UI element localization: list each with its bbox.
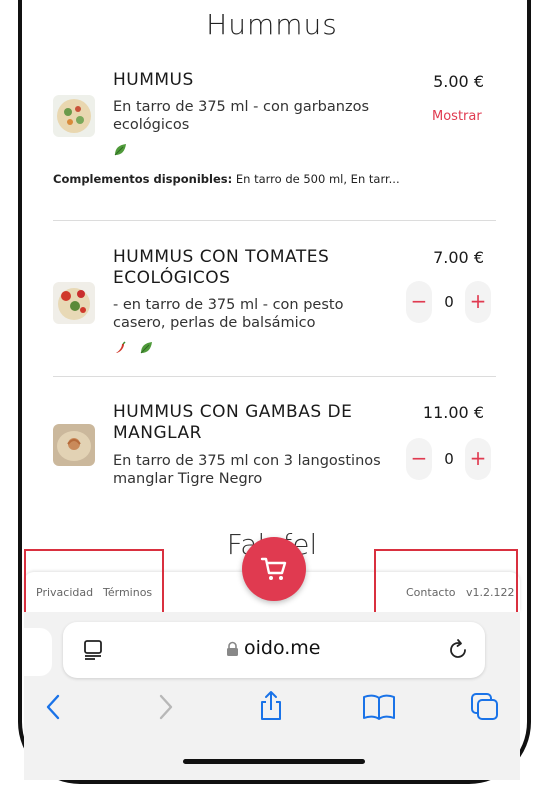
lock-icon (226, 641, 239, 657)
quantity-stepper[interactable]: − 0 + (406, 281, 491, 323)
home-indicator (183, 759, 365, 764)
item-description: - en tarro de 375 ml - con pesto casero,… (113, 297, 344, 331)
item-price: 11.00 € (422, 403, 484, 422)
show-button[interactable]: Mostrar (432, 109, 482, 124)
dish-image (53, 95, 95, 137)
divider (53, 376, 496, 377)
dish-image (53, 424, 95, 466)
item-tags (113, 143, 127, 157)
forward-icon[interactable] (155, 693, 175, 721)
cart-icon (260, 556, 288, 582)
divider (53, 220, 496, 221)
item-tags (113, 341, 153, 358)
cart-button[interactable] (242, 537, 306, 601)
back-icon[interactable] (44, 693, 64, 721)
reader-icon[interactable] (82, 639, 104, 661)
quantity-value: 0 (444, 450, 454, 468)
item-price: 5.00 € (433, 72, 484, 91)
complements-text: Complementos disponibles: En tarro de 50… (53, 172, 400, 186)
quantity-stepper[interactable]: − 0 + (406, 438, 491, 480)
item-description: En tarro de 375 ml - con garbanzos ecoló… (113, 99, 369, 133)
share-icon[interactable] (258, 690, 284, 722)
increase-button[interactable]: + (465, 438, 491, 480)
item-price: 7.00 € (433, 248, 484, 267)
increase-button[interactable]: + (465, 281, 491, 323)
item-description: En tarro de 375 ml con 3 langostinos man… (113, 453, 381, 487)
quantity-value: 0 (444, 293, 454, 311)
url-text[interactable]: oido.me (244, 637, 321, 659)
item-name: HUMMUS CON TOMATES ECOLÓGICOS (113, 247, 330, 288)
decrease-button[interactable]: − (406, 438, 432, 480)
item-name: HUMMUS (113, 70, 194, 90)
bookmarks-icon[interactable] (362, 693, 396, 721)
leaf-icon (139, 341, 153, 355)
section-title: Hummus (206, 8, 338, 41)
chili-icon (113, 341, 127, 355)
item-name: HUMMUS CON GAMBAS DE MANGLAR (113, 402, 353, 443)
dish-image (53, 282, 95, 324)
reload-icon[interactable] (446, 638, 470, 662)
leaf-icon (113, 143, 127, 157)
tabs-icon[interactable] (470, 692, 500, 722)
decrease-button[interactable]: − (406, 281, 432, 323)
previous-tab-peek[interactable] (24, 628, 52, 676)
